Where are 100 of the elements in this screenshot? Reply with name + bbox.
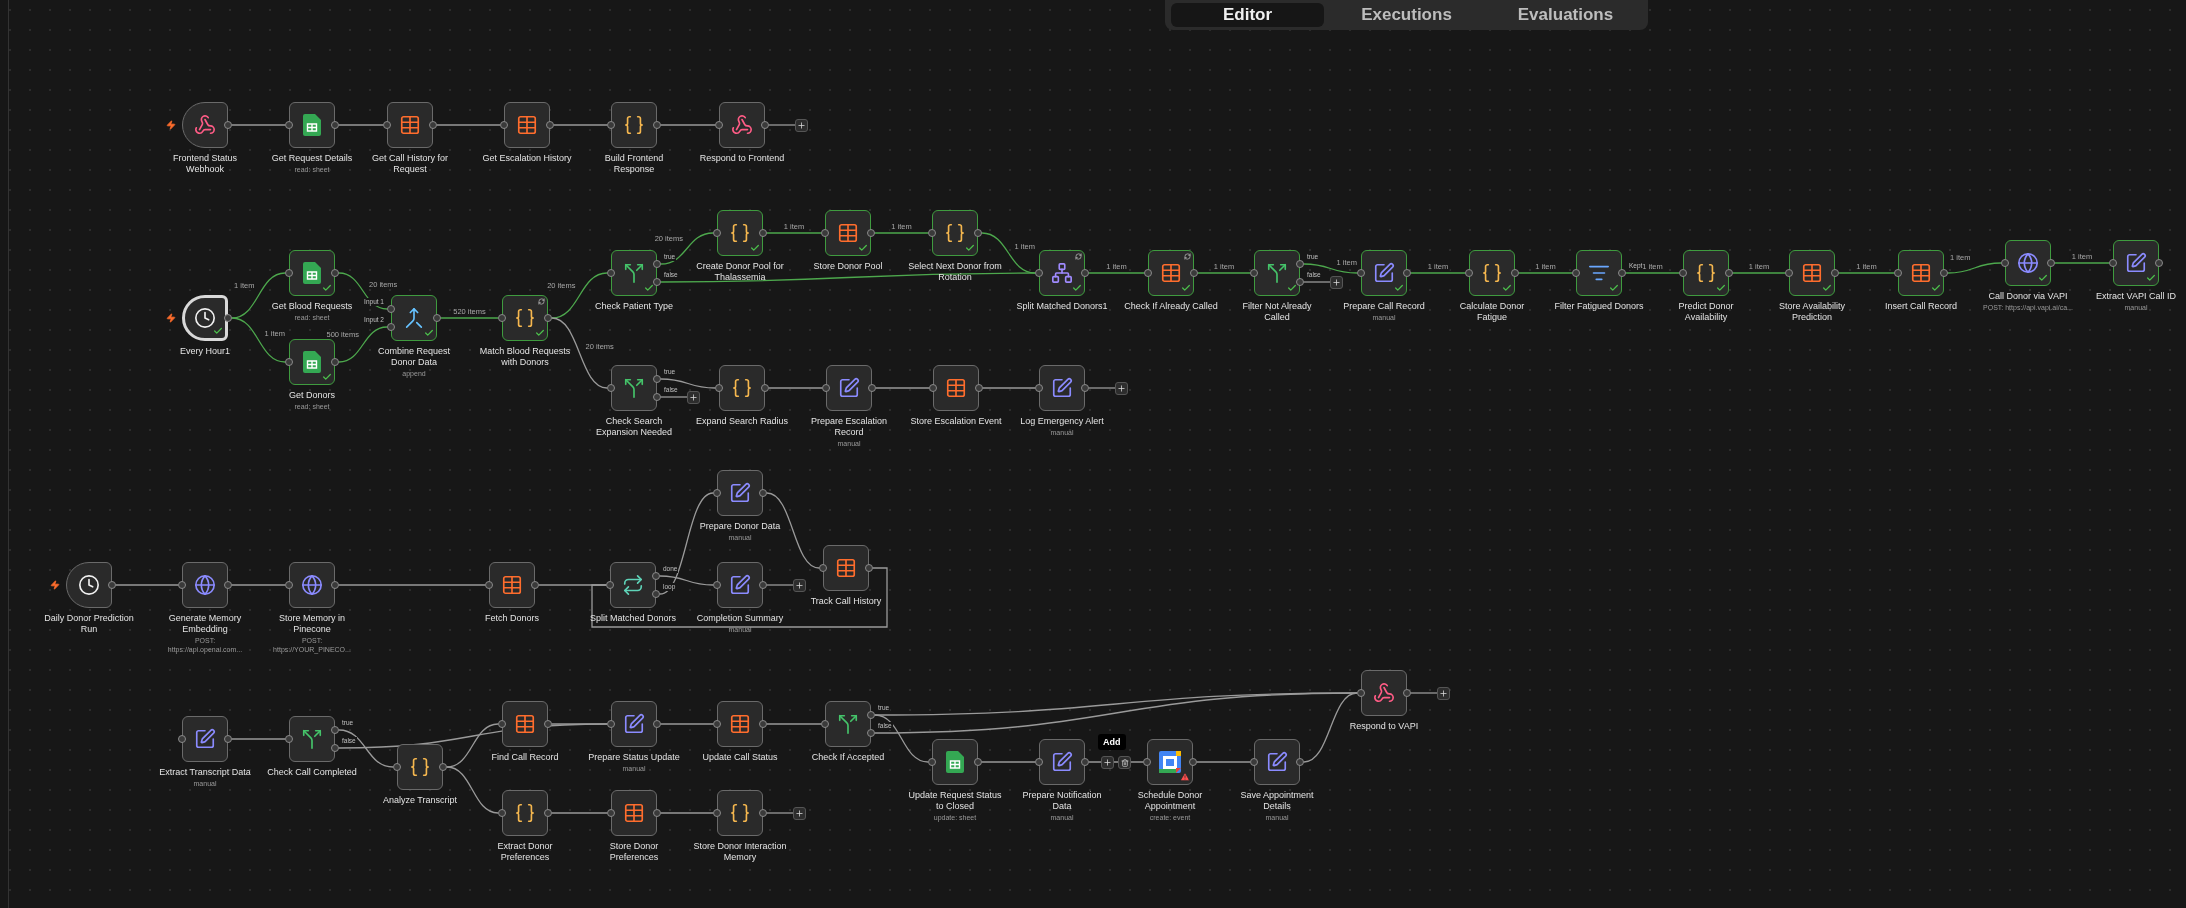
workflow-node[interactable] bbox=[611, 701, 657, 747]
port-handle[interactable] bbox=[653, 720, 661, 728]
port-handle[interactable] bbox=[285, 269, 293, 277]
port-handle[interactable] bbox=[1081, 758, 1089, 766]
port-handle[interactable] bbox=[224, 121, 232, 129]
workflow-node[interactable] bbox=[611, 365, 657, 411]
connector-line[interactable] bbox=[1303, 263, 1358, 274]
port-handle[interactable] bbox=[713, 809, 721, 817]
workflow-node[interactable] bbox=[1147, 739, 1193, 785]
port-handle[interactable] bbox=[713, 720, 721, 728]
add-button[interactable] bbox=[793, 807, 806, 820]
port-handle[interactable] bbox=[607, 720, 615, 728]
port-handle[interactable] bbox=[1190, 269, 1198, 277]
add-button[interactable] bbox=[687, 391, 700, 404]
port-handle[interactable] bbox=[607, 269, 615, 277]
port-handle[interactable] bbox=[2155, 259, 2163, 267]
workflow-node[interactable] bbox=[1039, 365, 1085, 411]
port-handle[interactable] bbox=[821, 720, 829, 728]
port-handle[interactable] bbox=[544, 809, 552, 817]
workflow-node[interactable] bbox=[1576, 250, 1622, 296]
workflow-node[interactable] bbox=[289, 339, 335, 385]
workflow-node[interactable] bbox=[289, 562, 335, 608]
workflow-node[interactable] bbox=[823, 545, 869, 591]
port-handle[interactable] bbox=[500, 121, 508, 129]
connector-line[interactable] bbox=[660, 272, 1036, 283]
port-handle[interactable] bbox=[1403, 269, 1411, 277]
connector-line[interactable] bbox=[659, 575, 714, 586]
workflow-node[interactable] bbox=[502, 295, 548, 341]
port-handle[interactable] bbox=[715, 121, 723, 129]
port-handle[interactable] bbox=[713, 229, 721, 237]
port-handle[interactable] bbox=[653, 121, 661, 129]
connector-line[interactable] bbox=[591, 567, 888, 628]
workflow-node[interactable] bbox=[717, 701, 763, 747]
workflow-node[interactable] bbox=[289, 102, 335, 148]
tab[interactable]: Editor bbox=[1171, 3, 1324, 27]
port-handle[interactable] bbox=[178, 581, 186, 589]
connector-line[interactable] bbox=[231, 272, 286, 319]
port-handle[interactable] bbox=[821, 229, 829, 237]
workflow-node[interactable] bbox=[289, 250, 335, 296]
port-handle[interactable] bbox=[713, 489, 721, 497]
port-handle[interactable] bbox=[433, 314, 441, 322]
port-handle[interactable] bbox=[1725, 269, 1733, 277]
workflow-node[interactable] bbox=[717, 210, 763, 256]
workflow-node[interactable] bbox=[611, 102, 657, 148]
workflow-node[interactable] bbox=[932, 739, 978, 785]
port-handle[interactable] bbox=[928, 229, 936, 237]
port-handle[interactable] bbox=[393, 763, 401, 771]
workflow-node[interactable] bbox=[1254, 250, 1300, 296]
port-handle[interactable] bbox=[546, 121, 554, 129]
port-handle[interactable] bbox=[713, 581, 721, 589]
port-handle[interactable] bbox=[1572, 269, 1580, 277]
workflow-node[interactable] bbox=[1683, 250, 1729, 296]
port-handle[interactable] bbox=[606, 581, 614, 589]
workflow-node[interactable] bbox=[611, 250, 657, 296]
port-handle[interactable] bbox=[1465, 269, 1473, 277]
port-handle[interactable] bbox=[653, 375, 661, 383]
workflow-node[interactable] bbox=[933, 365, 979, 411]
delete-button[interactable] bbox=[1118, 756, 1131, 769]
workflow-node[interactable] bbox=[387, 102, 433, 148]
port-handle[interactable] bbox=[2109, 259, 2117, 267]
port-handle[interactable] bbox=[387, 305, 395, 313]
port-handle[interactable] bbox=[429, 121, 437, 129]
port-handle[interactable] bbox=[607, 121, 615, 129]
port-handle[interactable] bbox=[653, 260, 661, 268]
port-handle[interactable] bbox=[1081, 384, 1089, 392]
port-handle[interactable] bbox=[652, 590, 660, 598]
port-handle[interactable] bbox=[975, 384, 983, 392]
workflow-node[interactable] bbox=[717, 470, 763, 516]
port-handle[interactable] bbox=[759, 489, 767, 497]
port-handle[interactable] bbox=[498, 314, 506, 322]
workflow-node[interactable] bbox=[1361, 670, 1407, 716]
port-handle[interactable] bbox=[867, 711, 875, 719]
port-handle[interactable] bbox=[1081, 269, 1089, 277]
workflow-node[interactable] bbox=[289, 716, 335, 762]
port-handle[interactable] bbox=[331, 121, 339, 129]
workflow-node[interactable] bbox=[2005, 240, 2051, 286]
port-handle[interactable] bbox=[761, 121, 769, 129]
connector-line[interactable] bbox=[231, 317, 286, 363]
add-button[interactable] bbox=[795, 119, 808, 132]
port-handle[interactable] bbox=[224, 735, 232, 743]
port-handle[interactable] bbox=[285, 121, 293, 129]
port-handle[interactable] bbox=[761, 384, 769, 392]
port-handle[interactable] bbox=[1831, 269, 1839, 277]
port-handle[interactable] bbox=[1357, 689, 1365, 697]
port-handle[interactable] bbox=[224, 581, 232, 589]
port-handle[interactable] bbox=[498, 720, 506, 728]
port-handle[interactable] bbox=[178, 735, 186, 743]
port-handle[interactable] bbox=[439, 763, 447, 771]
workflow-node[interactable] bbox=[932, 210, 978, 256]
port-handle[interactable] bbox=[331, 358, 339, 366]
port-handle[interactable] bbox=[1940, 269, 1948, 277]
port-handle[interactable] bbox=[822, 384, 830, 392]
workflow-node[interactable] bbox=[1039, 250, 1085, 296]
port-handle[interactable] bbox=[1403, 689, 1411, 697]
port-handle[interactable] bbox=[819, 564, 827, 572]
port-handle[interactable] bbox=[1785, 269, 1793, 277]
port-handle[interactable] bbox=[1035, 384, 1043, 392]
port-handle[interactable] bbox=[331, 269, 339, 277]
tab[interactable]: Evaluations bbox=[1489, 3, 1642, 27]
port-handle[interactable] bbox=[759, 581, 767, 589]
